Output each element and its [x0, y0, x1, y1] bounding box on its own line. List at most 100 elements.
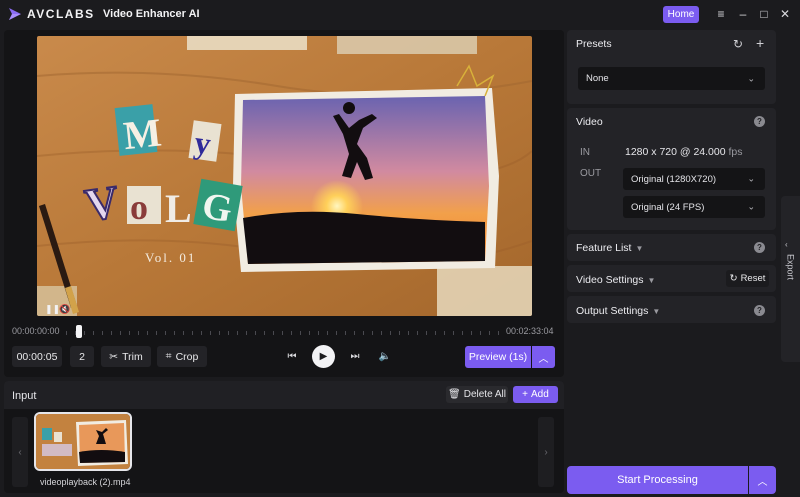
out-resolution-value: Original (1280X720)	[631, 173, 717, 185]
out-resolution-select[interactable]: Original (1280X720) ⌄	[623, 168, 765, 190]
frame-step-field[interactable]: 2	[70, 346, 94, 367]
preview-options-chevron-up-icon[interactable]: ︿	[532, 346, 555, 368]
timeline-tick	[102, 331, 103, 335]
timeline-tick	[291, 331, 292, 335]
timeline-tick	[300, 331, 301, 335]
feature-list-help-icon[interactable]: ?	[754, 242, 765, 253]
timeline-tick	[156, 331, 157, 335]
timeline-tick	[336, 331, 337, 335]
feature-list-title[interactable]: Feature List ▼	[576, 242, 643, 254]
timeline-scrubber[interactable]	[76, 325, 83, 338]
video-preview[interactable]: M y V o L G Vol. 01 ❚❚ 🔇	[37, 36, 532, 316]
file-thumbnail[interactable]	[34, 412, 132, 471]
current-time-field[interactable]: 00:00:05	[12, 346, 62, 367]
timeline-tick	[147, 331, 148, 335]
timeline-tick	[165, 331, 166, 335]
out-label: OUT	[580, 168, 602, 179]
in-value: 1280 x 720 @ 24.000 fps	[625, 146, 743, 158]
skip-forward-icon[interactable]: ⏭	[348, 349, 362, 363]
timeline-tick	[138, 331, 139, 335]
timeline-tick	[345, 331, 346, 335]
avclabs-logo-icon	[9, 8, 21, 20]
output-settings-title[interactable]: Output Settings ▼	[576, 305, 660, 317]
play-icon: ▶	[319, 351, 328, 362]
timeline-tick	[129, 331, 130, 335]
close-icon[interactable]: ✕	[779, 8, 791, 20]
refresh-icon[interactable]: ↻	[733, 37, 743, 51]
preset-select[interactable]: None ⌄	[578, 67, 765, 90]
maximize-icon[interactable]: □	[758, 8, 770, 20]
timeline-tick	[264, 331, 265, 335]
timeline-tick	[462, 331, 463, 335]
reset-button[interactable]: ↻ Reset	[726, 270, 769, 287]
delete-all-label: Delete All	[463, 389, 506, 400]
video-settings-title[interactable]: Video Settings ▼	[576, 274, 655, 286]
timeline-tick	[498, 331, 499, 335]
minimize-icon[interactable]: –	[737, 8, 749, 20]
video-settings-label: Video Settings	[576, 274, 644, 286]
reset-label: Reset	[740, 273, 766, 284]
timeline-tick	[66, 331, 67, 335]
trim-button[interactable]: ✂ Trim	[101, 346, 151, 367]
video-title: Video	[576, 116, 603, 128]
mute-icon: 🔇	[59, 303, 70, 314]
timeline-tick	[282, 331, 283, 335]
preview-button[interactable]: Preview (1s)	[465, 346, 531, 368]
timeline-tick	[273, 331, 274, 335]
scissors-icon: ✂	[109, 350, 119, 363]
thumbnail-image	[36, 414, 130, 469]
caret-down-icon: ▼	[652, 307, 661, 316]
svg-text:o: o	[130, 187, 148, 227]
export-label: Export	[785, 254, 796, 281]
timeline-tick	[192, 331, 193, 335]
timeline-tick	[183, 331, 184, 335]
time-end: 00:02:33:04	[506, 326, 554, 336]
video-help-icon[interactable]: ?	[754, 116, 765, 127]
add-button[interactable]: + Add	[513, 386, 558, 403]
in-label: IN	[580, 147, 590, 158]
caret-down-icon: ▼	[647, 276, 656, 285]
timeline-tick	[255, 331, 256, 335]
home-button[interactable]: Home	[663, 6, 699, 23]
output-settings-help-icon[interactable]: ?	[754, 305, 765, 316]
timeline-tick	[309, 331, 310, 335]
timeline-tick	[390, 331, 391, 335]
timeline-tick	[84, 331, 85, 335]
timeline-tick	[228, 331, 229, 335]
skip-back-icon[interactable]: ⏮	[285, 349, 299, 363]
timeline-track[interactable]	[66, 330, 502, 336]
crop-icon: ⌗	[165, 350, 172, 362]
timeline-tick	[201, 331, 202, 335]
trash-icon: 🗑	[448, 389, 461, 400]
timeline-tick	[444, 331, 445, 335]
output-settings-label: Output Settings	[576, 305, 649, 317]
svg-text:M: M	[121, 110, 163, 159]
scroll-left-chevron-icon[interactable]: ‹	[12, 417, 28, 487]
start-processing-button[interactable]: Start Processing	[567, 466, 748, 494]
timeline-tick	[417, 331, 418, 335]
out-fps-value: Original (24 FPS)	[631, 201, 705, 213]
chevron-down-icon: ⌄	[747, 201, 755, 212]
plus-icon: +	[522, 389, 529, 400]
timeline-tick	[408, 331, 409, 335]
app-name: Video Enhancer AI	[103, 8, 200, 20]
timeline-tick	[453, 331, 454, 335]
app-window: AVCLABS Video Enhancer AI Home ≡ – □ ✕ M…	[0, 0, 800, 497]
presets-title: Presets	[576, 38, 612, 50]
timeline-tick	[318, 331, 319, 335]
play-button[interactable]: ▶	[312, 345, 335, 368]
menu-icon[interactable]: ≡	[715, 8, 727, 20]
chevron-down-icon: ⌄	[747, 173, 755, 184]
feature-list-label: Feature List	[576, 242, 632, 254]
out-fps-select[interactable]: Original (24 FPS) ⌄	[623, 196, 765, 218]
crop-button[interactable]: ⌗ Crop	[157, 346, 207, 367]
vol-label: Vol. 01	[145, 250, 196, 265]
volume-icon[interactable]: 🔈	[378, 349, 392, 363]
scroll-right-chevron-icon[interactable]: ›	[538, 417, 554, 487]
start-options-chevron-up-icon[interactable]: ︿	[749, 466, 776, 494]
video-frame-image: M y V o L G Vol. 01 ❚❚ 🔇	[37, 36, 532, 316]
add-preset-plus-icon[interactable]: +	[756, 35, 764, 51]
timeline-tick	[489, 331, 490, 335]
delete-all-button[interactable]: 🗑 Delete All	[446, 386, 508, 403]
in-value-text: 1280 x 720 @ 24.000	[625, 146, 726, 158]
